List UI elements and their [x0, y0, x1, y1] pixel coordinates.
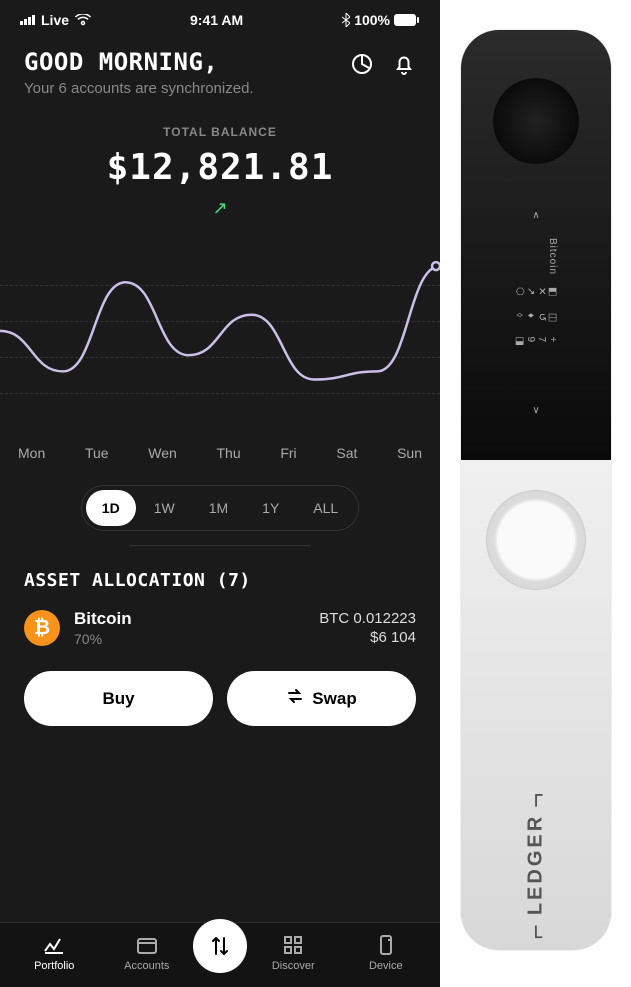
range-pill-1d[interactable]: 1D: [86, 490, 136, 526]
chart-day-label: Mon: [18, 445, 45, 461]
clock: 9:41 AM: [190, 12, 243, 28]
nav-label: Device: [369, 960, 403, 972]
nav-discover[interactable]: Discover: [247, 933, 340, 972]
range-pill-1m[interactable]: 1M: [193, 490, 244, 526]
range-pill-all[interactable]: ALL: [297, 490, 354, 526]
nav-label: Portfolio: [34, 960, 74, 972]
chart-day-label: Sun: [397, 445, 422, 461]
asset-row[interactable]: ₿ Bitcoin 70% BTC 0.012223 $6 104: [0, 591, 440, 665]
device-wheel: [486, 490, 586, 590]
wifi-icon: [75, 14, 91, 26]
balance-amount: $12,821.81: [0, 147, 440, 188]
pie-chart-icon[interactable]: [350, 52, 374, 81]
bottom-nav: Portfolio Accounts Discover Device: [0, 922, 440, 987]
chart-day-label: Tue: [85, 445, 109, 461]
nav-transfer-fab[interactable]: [193, 919, 247, 973]
asset-percent: 70%: [74, 631, 319, 647]
range-pill-1w[interactable]: 1W: [138, 490, 191, 526]
battery-percent: 100%: [354, 12, 390, 28]
action-buttons: Buy Swap: [0, 665, 440, 740]
battery-icon: [394, 14, 420, 26]
device-screen: ∧ Bitcoin ◧ ✕ ↗ ⬡ ◫ ↺ ♦ ⬨ + 7 9 ◨ ∨: [481, 210, 591, 440]
balance-label: TOTAL BALANCE: [0, 125, 440, 139]
divider: [130, 545, 310, 546]
chart-day-label: Wen: [148, 445, 177, 461]
nav-accounts[interactable]: Accounts: [101, 933, 194, 972]
device-top-button: [493, 78, 579, 164]
device-top: ∧ Bitcoin ◧ ✕ ↗ ⬡ ◫ ↺ ♦ ⬨ + 7 9 ◨ ∨: [461, 30, 611, 460]
nav-label: Discover: [272, 960, 315, 972]
bluetooth-icon: [342, 13, 350, 27]
balance-chart[interactable]: [0, 249, 440, 429]
carrier-label: Live: [41, 12, 69, 28]
ledger-device: ∧ Bitcoin ◧ ✕ ↗ ⬡ ◫ ↺ ♦ ⬨ + 7 9 ◨ ∨ ⌐ LE…: [461, 30, 611, 950]
swap-button[interactable]: Swap: [227, 671, 416, 726]
sync-subtitle: Your 6 accounts are synchronized.: [24, 80, 254, 97]
bitcoin-icon: ₿: [24, 610, 60, 646]
asset-amount: BTC 0.012223: [319, 610, 416, 627]
device-brand: ⌐ LEDGER ¬: [521, 790, 552, 940]
device-screen-label: Bitcoin: [514, 238, 558, 275]
chart-day-label: Fri: [280, 445, 296, 461]
allocation-title: ASSET ALLOCATION (7): [0, 570, 440, 591]
nav-device[interactable]: Device: [340, 933, 433, 972]
header: GOOD MORNING, Your 6 accounts are synchr…: [0, 36, 440, 105]
range-selector: 1D1W1M1YALL: [0, 485, 440, 531]
asset-name: Bitcoin: [74, 609, 319, 629]
chart-day-label: Sat: [336, 445, 357, 461]
bell-icon[interactable]: [392, 52, 416, 81]
buy-button[interactable]: Buy: [24, 671, 213, 726]
balance-section: TOTAL BALANCE $12,821.81 ↗: [0, 105, 440, 229]
swap-icon: [286, 687, 304, 710]
nav-label: Accounts: [124, 960, 169, 972]
phone-app: Live 9:41 AM 100% GOOD MORNING, Your 6 a…: [0, 0, 440, 987]
greeting-title: GOOD MORNING,: [24, 48, 254, 76]
status-bar: Live 9:41 AM 100%: [0, 0, 440, 36]
chart-day-label: Thu: [217, 445, 241, 461]
swap-label: Swap: [312, 689, 356, 709]
range-pill-1y[interactable]: 1Y: [246, 490, 295, 526]
signal-icon: [20, 15, 35, 25]
nav-portfolio[interactable]: Portfolio: [8, 933, 101, 972]
trend-up-icon: ↗: [0, 198, 440, 219]
buy-label: Buy: [102, 689, 134, 709]
chart-x-labels: Mon Tue Wen Thu Fri Sat Sun: [0, 429, 440, 461]
asset-fiat: $6 104: [319, 629, 416, 646]
device-bottom: ⌐ LEDGER ¬: [461, 460, 611, 950]
